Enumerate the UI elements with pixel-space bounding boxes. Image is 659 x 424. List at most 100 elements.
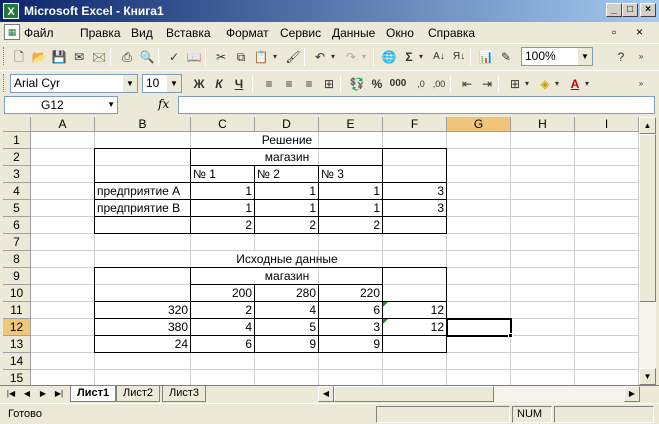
help-icon[interactable]: ? [612,48,630,66]
percent-button[interactable]: % [368,75,386,93]
column-header-i[interactable]: I [575,117,639,132]
row-header-15[interactable]: 15 [3,370,31,385]
cell-c7[interactable] [191,234,255,251]
first-sheet-icon[interactable]: |◀ [4,387,18,401]
cell-e7[interactable] [319,234,383,251]
cell-d11[interactable]: 4 [255,302,319,319]
cell-g3[interactable] [447,166,511,183]
cell-a4[interactable] [31,183,95,200]
menu-file[interactable]: Файл [24,26,54,40]
cell-d13[interactable]: 9 [255,336,319,353]
toolbar-options-icon[interactable]: » [632,75,650,93]
cell-h4[interactable] [511,183,575,200]
open-icon[interactable]: 📂 [30,48,48,66]
horizontal-scroll-thumb[interactable] [334,386,494,402]
name-box-dropdown-icon[interactable]: ▼ [107,97,115,113]
row-header-13[interactable]: 13 [3,336,31,353]
drawing-icon[interactable]: ✎ [497,48,515,66]
select-all-corner[interactable] [3,117,31,132]
column-header-f[interactable]: F [383,117,447,132]
font-name-dropdown-icon[interactable]: ▼ [123,75,137,92]
cell-a14[interactable] [31,353,95,370]
cell-e5[interactable]: 1 [319,200,383,217]
doc-restore-icon[interactable]: ▫ [612,25,616,39]
worksheet-grid[interactable]: A B C D E F G H I 1 Решение 2 магазин 3 № 1 № 2 № 3 4 пред… [3,117,639,385]
row-header-7[interactable]: 7 [3,234,31,251]
cell-a5[interactable] [31,200,95,217]
cell-h9[interactable] [511,268,575,285]
cell-i12[interactable] [575,319,639,336]
cell-g2[interactable] [447,149,511,166]
scroll-down-icon[interactable]: ▼ [639,368,656,385]
cell-b5[interactable]: предприятие В [95,200,191,217]
sheet-tab-3[interactable]: Лист3 [162,386,207,402]
font-size-dropdown-icon[interactable]: ▼ [167,75,181,92]
cell-f15[interactable] [383,370,447,385]
menu-window[interactable]: Окно [386,26,414,40]
last-sheet-icon[interactable]: ▶| [52,387,66,401]
copy-icon[interactable]: ⧉ [232,48,250,66]
cell-g11[interactable] [447,302,511,319]
cell-g9[interactable] [447,268,511,285]
menu-format[interactable]: Формат [226,26,269,40]
cell-b1[interactable] [95,132,191,149]
cell-a10[interactable] [31,285,95,302]
toolbar-grip[interactable] [3,47,6,65]
close-button[interactable]: × [640,3,656,17]
excel-app-icon[interactable]: X [3,3,19,19]
sort-ascending-icon[interactable]: A↓ [430,48,448,66]
cell-b7[interactable] [95,234,191,251]
name-box[interactable]: G12 ▼ [4,96,118,114]
italic-button[interactable]: К [210,75,228,93]
menu-edit[interactable]: Правка [80,26,121,40]
cell-g8[interactable] [447,251,511,268]
cell-c1[interactable]: Решение [191,132,383,149]
cell-f13[interactable] [383,336,447,353]
cell-c10[interactable]: 200 [191,285,255,302]
formula-input[interactable] [178,96,655,114]
cell-h6[interactable] [511,217,575,234]
hyperlink-icon[interactable]: 🌐 [380,48,398,66]
cell-b8[interactable] [95,251,191,268]
cell-i4[interactable] [575,183,639,200]
cell-h8[interactable] [511,251,575,268]
cell-h5[interactable] [511,200,575,217]
cell-f4[interactable]: 3 [383,183,447,200]
cell-c15[interactable] [191,370,255,385]
cell-a12[interactable] [31,319,95,336]
row-header-8[interactable]: 8 [3,251,31,268]
cell-d6[interactable]: 2 [255,217,319,234]
cell-e3[interactable]: № 3 [319,166,383,183]
cell-c5[interactable]: 1 [191,200,255,217]
cell-h1[interactable] [511,132,575,149]
sheet-tab-2[interactable]: Лист2 [116,386,161,402]
cell-f10[interactable] [383,285,447,302]
new-icon[interactable]: 🗋 [10,48,28,66]
decrease-indent-icon[interactable]: ⇤ [458,75,476,93]
row-header-1[interactable]: 1 [3,132,31,149]
cell-h12[interactable] [511,319,575,336]
cell-c11[interactable]: 2 [191,302,255,319]
insert-function-icon[interactable]: fx [158,97,169,111]
research-icon[interactable]: 📖 [185,48,203,66]
cell-g4[interactable] [447,183,511,200]
prev-sheet-icon[interactable]: ◀ [20,387,34,401]
decrease-decimal-icon[interactable]: ,00 [430,75,448,93]
column-header-b[interactable]: B [95,117,191,132]
cell-a3[interactable] [31,166,95,183]
row-header-12[interactable]: 12 [3,319,31,336]
fill-handle[interactable] [508,333,513,338]
cell-i10[interactable] [575,285,639,302]
scroll-right-icon[interactable]: ▶ [624,386,640,402]
row-header-9[interactable]: 9 [3,268,31,285]
print-icon[interactable]: ⎙ [118,48,136,66]
cell-e4[interactable]: 1 [319,183,383,200]
cell-b13[interactable]: 24 [95,336,191,353]
row-header-2[interactable]: 2 [3,149,31,166]
cell-g5[interactable] [447,200,511,217]
cell-c3[interactable]: № 1 [191,166,255,183]
cell-f7[interactable] [383,234,447,251]
menu-insert[interactable]: Вставка [166,26,211,40]
undo-dropdown-icon[interactable]: ▾ [328,48,338,66]
cell-i8[interactable] [575,251,639,268]
